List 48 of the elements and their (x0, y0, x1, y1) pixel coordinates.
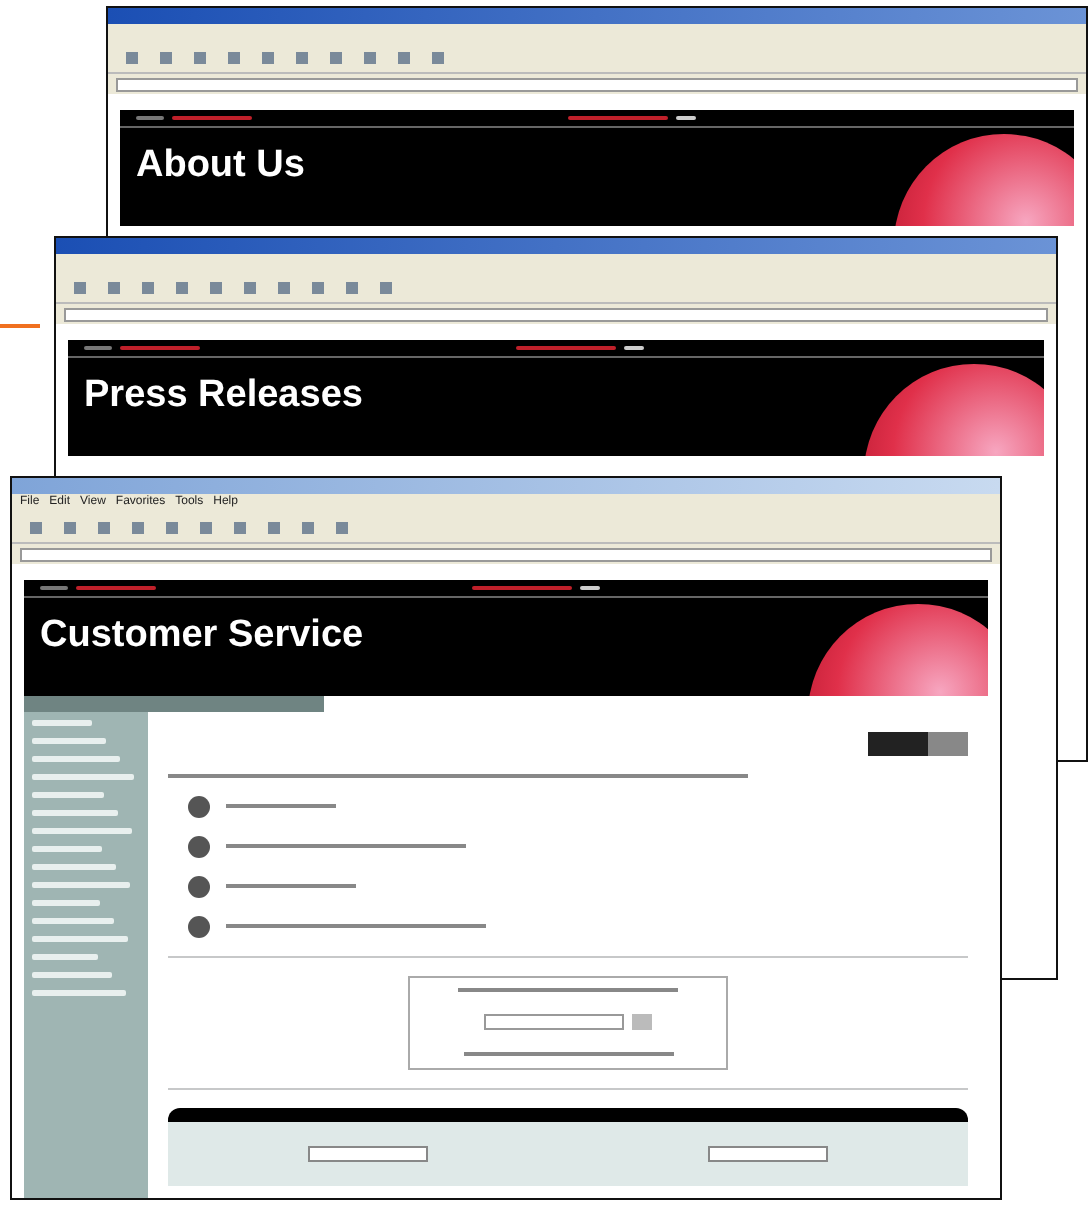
address-field[interactable] (20, 547, 992, 561)
toolbar-icon[interactable] (96, 519, 112, 535)
logo (868, 732, 968, 756)
dropdown[interactable] (308, 1145, 428, 1162)
toolbar-icon[interactable] (192, 49, 208, 65)
accent-line (0, 324, 40, 327)
toolbar-icon[interactable] (334, 519, 350, 535)
blurred-text (226, 884, 356, 889)
toolbar-icon[interactable] (294, 49, 310, 65)
toolbar-icon[interactable] (362, 49, 378, 65)
toolbar-icon[interactable] (208, 279, 224, 295)
toolbar-icon[interactable] (198, 519, 214, 535)
toolbar-icon[interactable] (300, 519, 316, 535)
toolbar-icon[interactable] (266, 519, 282, 535)
toolbar-icon[interactable] (226, 49, 242, 65)
toolbar-icon[interactable] (396, 49, 412, 65)
blurred-text (226, 804, 336, 809)
toolbar-icon[interactable] (72, 279, 88, 295)
toolbar-icon[interactable] (344, 279, 360, 295)
toolbar-icon[interactable] (62, 519, 78, 535)
address-field[interactable] (64, 307, 1048, 321)
round-icon (188, 835, 210, 858)
toolbar-icon[interactable] (328, 49, 344, 65)
toolbar-icon[interactable] (164, 519, 180, 535)
page-heading: Press Releases (84, 374, 363, 418)
round-icon (188, 795, 210, 818)
toolbar-icon[interactable] (310, 279, 326, 295)
go-button[interactable] (632, 1014, 652, 1031)
toolbar-icon[interactable] (106, 279, 122, 295)
toolbar-icon[interactable] (430, 49, 446, 65)
toolbar-icon[interactable] (124, 49, 140, 65)
search-field[interactable] (484, 1014, 624, 1031)
toolbar-icon[interactable] (130, 519, 146, 535)
toolbar-icon[interactable] (260, 49, 276, 65)
round-icon (188, 915, 210, 938)
toolbar-icon[interactable] (276, 279, 292, 295)
toolbar-icon[interactable] (232, 519, 248, 535)
toolbar-icon[interactable] (140, 279, 156, 295)
dropdown[interactable] (708, 1145, 828, 1162)
toolbar-icon[interactable] (28, 519, 44, 535)
toolbar-icon[interactable] (174, 279, 190, 295)
page-heading: Customer Service (40, 614, 364, 658)
toolbar-icon[interactable] (242, 279, 258, 295)
toolbar-icon[interactable] (378, 279, 394, 295)
page-heading: About Us (136, 144, 305, 188)
round-icon (188, 875, 210, 898)
address-field[interactable] (116, 77, 1078, 91)
toolbar-icon[interactable] (158, 49, 174, 65)
